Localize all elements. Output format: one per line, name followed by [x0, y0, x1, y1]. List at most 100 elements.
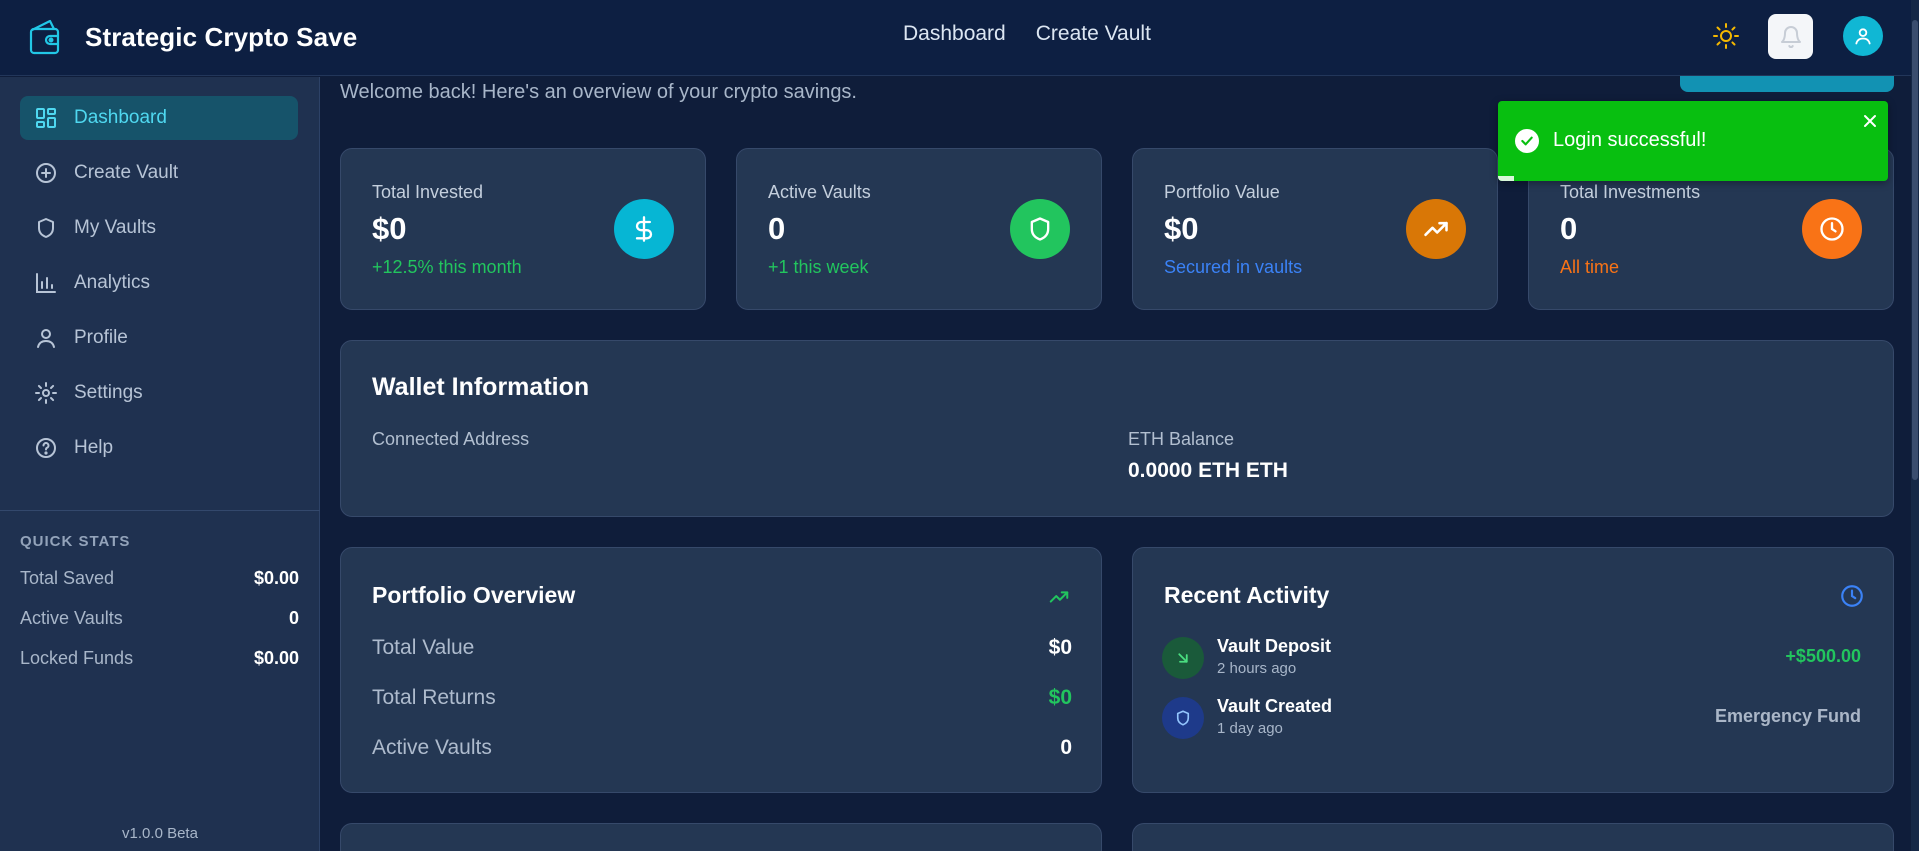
stat-label: Active Vaults — [768, 182, 871, 202]
stat-label: Portfolio Value — [1164, 182, 1280, 202]
stat-subtext: Secured in vaults — [1164, 257, 1303, 277]
shield-icon — [1010, 199, 1070, 259]
stat-subtext: +12.5% this month — [372, 257, 522, 277]
gear-icon — [35, 382, 57, 404]
quick-stats-heading: QUICK STATS — [20, 533, 131, 550]
activity-item[interactable]: Vault Deposit 2 hours ago +$500.00 — [1162, 636, 1861, 680]
activity-title: Vault Created — [1217, 696, 1333, 716]
app-title: Strategic Crypto Save — [85, 21, 358, 52]
notifications-button[interactable] — [1768, 14, 1813, 59]
sidebar-item-label: Analytics — [74, 272, 151, 293]
stat-value: $0 — [1164, 211, 1199, 246]
trending-up-icon — [1049, 591, 1069, 603]
sidebar: Dashboard Create Vault My Vaults Analyti… — [0, 77, 320, 851]
clock-icon — [1802, 199, 1862, 259]
top-nav-dashboard[interactable]: Dashboard — [903, 22, 1006, 46]
portfolio-row-active-vaults: Active Vaults 0 — [372, 736, 1072, 760]
check-circle-icon — [1515, 129, 1539, 153]
sidebar-item-settings[interactable]: Settings — [20, 371, 298, 415]
portfolio-overview-card: Portfolio Overview Total Value $0 Total … — [340, 547, 1102, 793]
user-icon — [37, 329, 55, 348]
sidebar-item-create-vault[interactable]: Create Vault — [20, 151, 298, 195]
eth-balance-value: 0.0000 ETH ETH — [1128, 459, 1288, 482]
sidebar-item-profile[interactable]: Profile — [20, 316, 298, 360]
quick-stat-value: $0.00 — [253, 568, 299, 588]
wallet-information-card: Wallet Information Connected Address ETH… — [340, 340, 1894, 517]
brand[interactable]: Strategic Crypto Save — [28, 18, 357, 56]
scrollbar-thumb[interactable] — [1912, 20, 1918, 480]
user-icon — [1855, 28, 1871, 45]
top-navbar: Strategic Crypto Save Dashboard Create V… — [0, 0, 1919, 76]
activity-time: 1 day ago — [1217, 720, 1283, 737]
stat-value: 0 — [1560, 211, 1578, 246]
version-label: v1.0.0 Beta — [122, 825, 198, 842]
plus-circle-icon — [36, 163, 56, 183]
sidebar-item-label: Help — [74, 437, 114, 458]
recent-activity-title: Recent Activity — [1164, 582, 1330, 608]
portfolio-row-total-value: Total Value $0 — [372, 636, 1072, 660]
portfolio-row-label: Total Returns — [372, 686, 496, 709]
arrow-down-right-icon — [1162, 637, 1204, 679]
portfolio-row-total-returns: Total Returns $0 — [372, 686, 1072, 710]
quick-stat-label: Total Saved — [20, 568, 115, 588]
sidebar-item-label: Settings — [74, 382, 143, 403]
wallet-icon — [29, 19, 60, 55]
stat-card-portfolio-value: Portfolio Value $0 Secured in vaults — [1132, 148, 1498, 310]
bottom-card-right — [1132, 823, 1894, 851]
dollar-icon — [614, 199, 674, 259]
toast-progress-bar — [1498, 176, 1514, 181]
stat-card-active-vaults: Active Vaults 0 +1 this week — [736, 148, 1102, 310]
toast-message: Login successful! — [1553, 129, 1707, 151]
sidebar-item-dashboard[interactable]: Dashboard — [20, 96, 298, 140]
sidebar-item-label: Profile — [74, 327, 128, 348]
trending-up-icon — [1406, 199, 1466, 259]
sidebar-item-label: My Vaults — [74, 217, 157, 238]
quick-stat-value: 0 — [288, 608, 299, 628]
login-success-toast[interactable]: Login successful! — [1498, 101, 1888, 181]
shield-icon — [1162, 697, 1204, 739]
portfolio-row-label: Total Value — [372, 636, 475, 659]
close-icon[interactable] — [1862, 113, 1878, 129]
clock-icon — [1841, 585, 1863, 607]
portfolio-row-value: $0 — [1048, 686, 1072, 709]
header-action-button[interactable] — [1680, 76, 1894, 92]
activity-amount: Emergency Fund — [1714, 706, 1861, 726]
top-nav: Dashboard Create Vault — [903, 22, 1151, 46]
sun-icon[interactable] — [1712, 22, 1740, 50]
recent-activity-card: Recent Activity Vault Deposit 2 hours ag… — [1132, 547, 1894, 793]
bell-icon — [1780, 25, 1801, 48]
sidebar-item-help[interactable]: Help — [20, 426, 298, 470]
activity-time: 2 hours ago — [1217, 660, 1297, 677]
sidebar-item-analytics[interactable]: Analytics — [20, 261, 298, 305]
sidebar-item-label: Dashboard — [74, 107, 167, 128]
bottom-card-left — [340, 823, 1102, 851]
stat-card-total-invested: Total Invested $0 +12.5% this month — [340, 148, 706, 310]
stat-label: Total Investments — [1560, 182, 1701, 202]
top-nav-create-vault[interactable]: Create Vault — [1036, 22, 1151, 46]
shield-icon — [38, 218, 54, 238]
quick-stat-active-vaults: Active Vaults 0 — [20, 608, 299, 629]
stat-subtext: +1 this week — [768, 257, 869, 277]
stat-value: $0 — [372, 211, 407, 246]
help-circle-icon — [36, 438, 56, 458]
user-avatar-button[interactable] — [1843, 16, 1883, 56]
activity-amount: +$500.00 — [1785, 646, 1861, 666]
stat-value: 0 — [768, 211, 786, 246]
stat-subtext: All time — [1560, 257, 1620, 277]
portfolio-title: Portfolio Overview — [372, 582, 576, 608]
quick-stat-label: Active Vaults — [20, 608, 123, 628]
dashboard-grid-icon — [36, 108, 56, 128]
activity-title: Vault Deposit — [1217, 636, 1332, 656]
stat-label: Total Invested — [372, 182, 484, 202]
quick-stat-total-saved: Total Saved $0.00 — [20, 568, 299, 589]
sidebar-item-my-vaults[interactable]: My Vaults — [20, 206, 298, 250]
sidebar-item-label: Create Vault — [74, 162, 179, 183]
activity-item[interactable]: Vault Created 1 day ago Emergency Fund — [1162, 696, 1861, 740]
portfolio-row-value: 0 — [1060, 736, 1072, 759]
eth-balance-label: ETH Balance — [1128, 429, 1235, 449]
bar-chart-icon — [36, 273, 56, 293]
portfolio-row-label: Active Vaults — [372, 736, 492, 759]
sidebar-divider — [0, 510, 320, 511]
quick-stat-label: Locked Funds — [20, 648, 134, 668]
portfolio-row-value: $0 — [1048, 636, 1072, 659]
